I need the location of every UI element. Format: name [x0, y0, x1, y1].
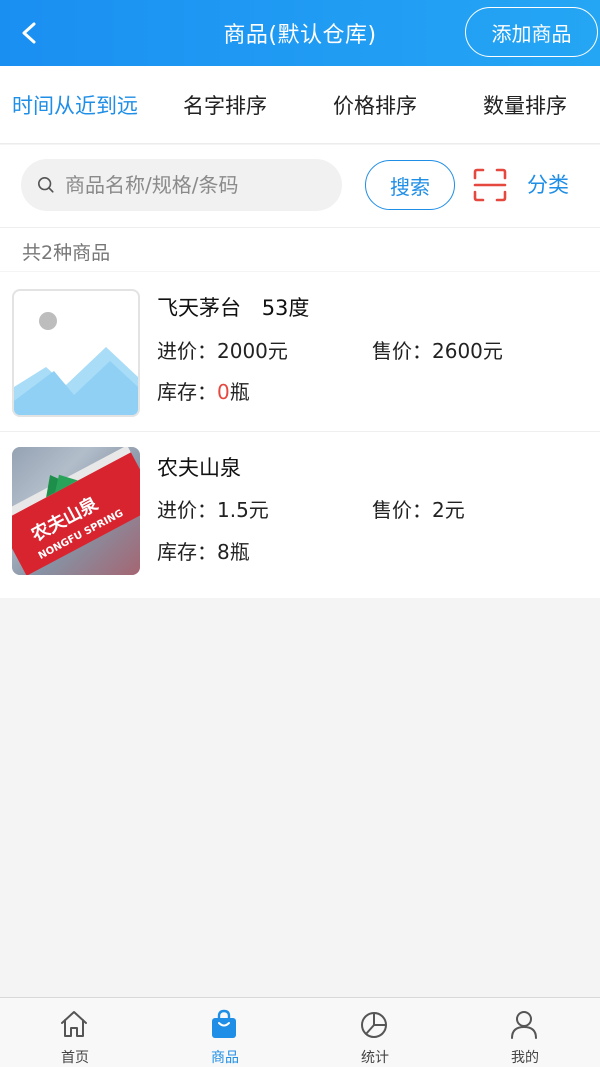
tab-sort-time[interactable]: 时间从近到远 — [0, 90, 150, 120]
tab-label: 我的 — [511, 1050, 539, 1066]
chevron-left-icon — [22, 22, 36, 44]
add-product-button[interactable]: 添加商品 — [465, 7, 598, 57]
product-count: 共2种商品 — [22, 242, 111, 264]
tab-label: 统计 — [361, 1050, 389, 1066]
tab-statistics[interactable]: 统计 — [300, 998, 450, 1067]
tab-label: 首页 — [61, 1050, 89, 1066]
stock-quantity: 库存：8瓶 — [157, 540, 250, 564]
tab-sort-price[interactable]: 价格排序 — [300, 90, 450, 120]
pie-chart-icon — [361, 1012, 387, 1038]
placeholder-image-icon — [12, 289, 140, 417]
sale-price: 售价：2元 — [372, 498, 465, 522]
bottom-tab-bar: 首页 商品 统计 我的 — [0, 997, 600, 1067]
search-button[interactable]: 搜索 — [365, 160, 455, 210]
search-icon — [37, 176, 54, 193]
purchase-price: 进价：1.5元 — [157, 498, 269, 522]
category-button[interactable]: 分类 — [527, 169, 569, 199]
scan-icon[interactable] — [472, 167, 508, 203]
back-button[interactable] — [12, 15, 48, 51]
purchase-price: 进价：2000元 — [157, 339, 288, 363]
search-box[interactable] — [21, 159, 342, 211]
sort-tabs: 时间从近到远 名字排序 价格排序 数量排序 — [0, 66, 600, 144]
product-name: 飞天茅台 — [157, 296, 241, 320]
tab-sort-quantity[interactable]: 数量排序 — [450, 90, 600, 120]
water-bottle-photo: 农夫山泉 NONGFU SPRING — [12, 447, 140, 575]
sale-price: 售价：2600元 — [372, 339, 503, 363]
product-count-bar: 共2种商品 — [0, 227, 600, 271]
shopping-bag-icon — [212, 1009, 236, 1038]
tab-label: 商品 — [211, 1050, 239, 1066]
top-navigation-bar: 商品(默认仓库) 添加商品 — [0, 0, 600, 66]
product-item[interactable]: 农夫山泉 NONGFU SPRING 农夫山泉 进价：1.5元 售价：2元 库存… — [0, 432, 600, 598]
product-item[interactable]: 飞天茅台 53度 进价：2000元 售价：2600元 库存：0瓶 — [0, 272, 600, 432]
tab-profile[interactable]: 我的 — [450, 998, 600, 1067]
page-title: 商品(默认仓库) — [223, 23, 377, 48]
home-icon — [61, 1011, 87, 1037]
search-input[interactable] — [65, 173, 325, 197]
product-name: 农夫山泉 — [157, 456, 241, 480]
product-spec: 53度 — [261, 296, 310, 320]
search-row: 搜索 分类 — [0, 145, 600, 227]
tab-products[interactable]: 商品 — [150, 998, 300, 1067]
user-icon — [511, 1011, 537, 1039]
stock-quantity: 库存：0瓶 — [157, 380, 250, 404]
tab-sort-name[interactable]: 名字排序 — [150, 90, 300, 120]
tab-home[interactable]: 首页 — [0, 998, 150, 1067]
